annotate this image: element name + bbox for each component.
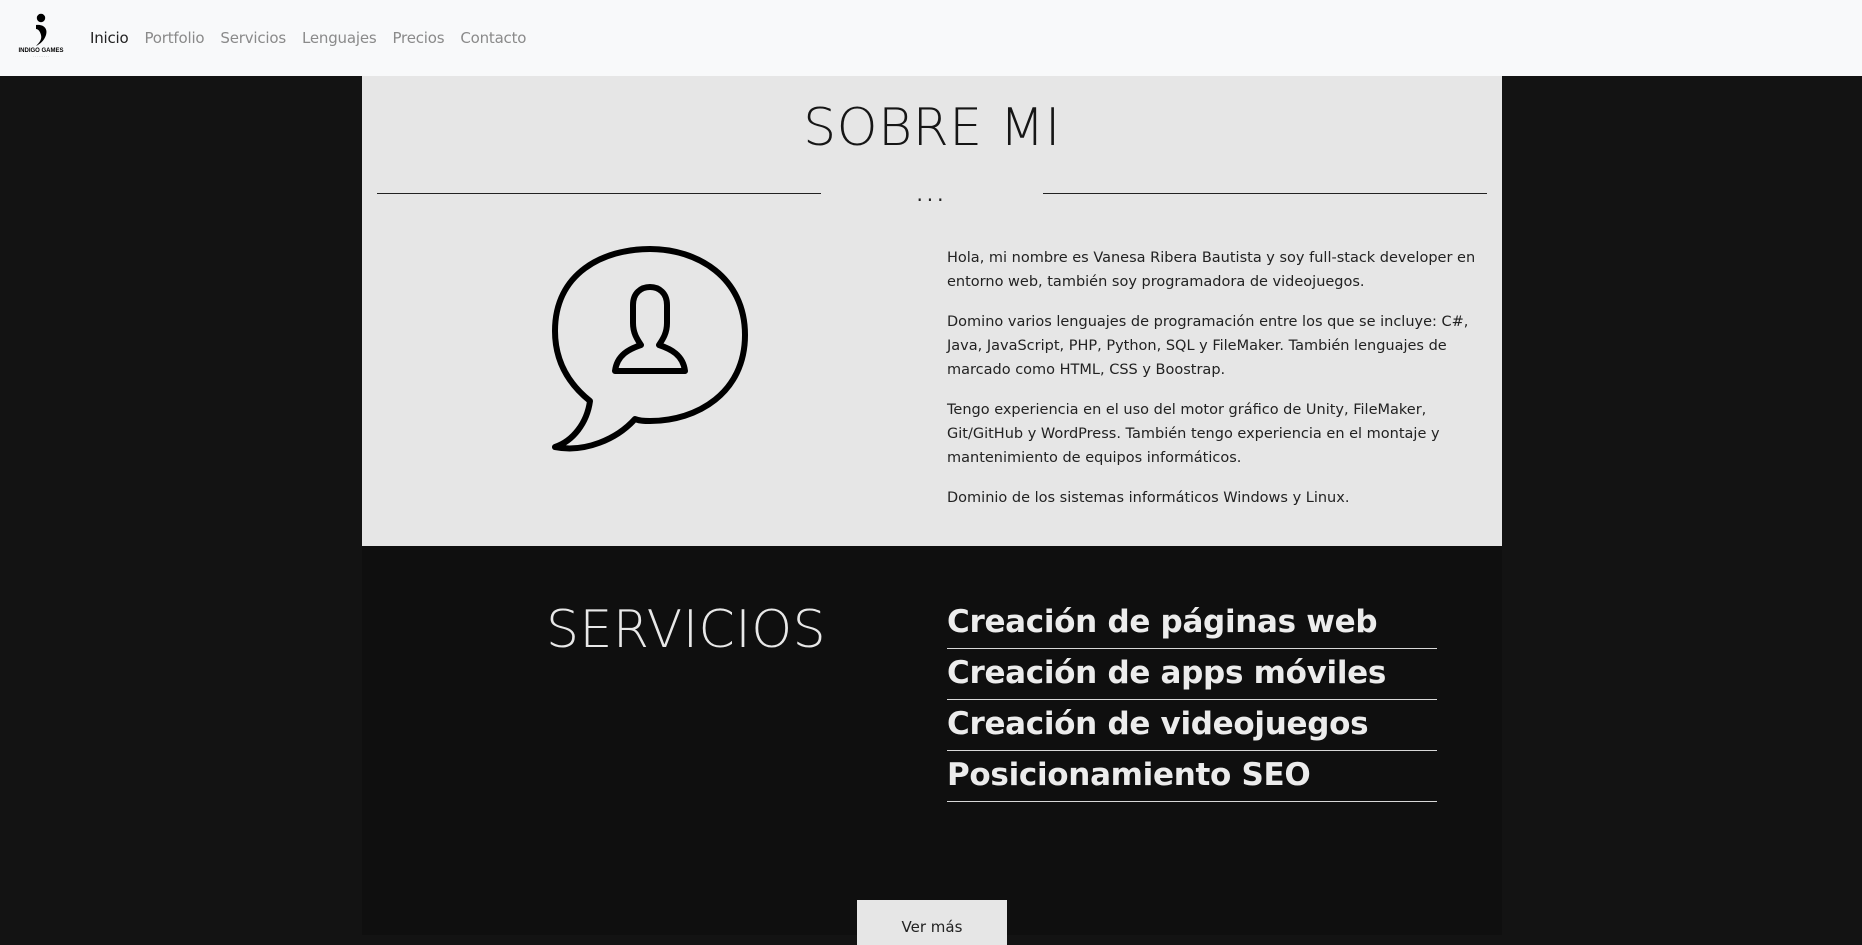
nav-link-precios[interactable]: Precios [392, 29, 444, 47]
service-item-web[interactable]: Creación de páginas web [947, 598, 1437, 649]
service-item-videojuegos[interactable]: Creación de videojuegos [947, 700, 1437, 751]
divider-left-line [377, 193, 821, 194]
service-item-seo[interactable]: Posicionamiento SEO [947, 751, 1437, 802]
about-paragraph: Tengo experiencia en el uso del motor gr… [947, 402, 1440, 466]
about-title: SOBRE MI [803, 98, 1061, 158]
service-list: Creación de páginas web Creación de apps… [947, 598, 1437, 802]
about-text: Hola, mi nombre es Vanesa Ribera Bautist… [947, 246, 1492, 526]
nav-link-servicios[interactable]: Servicios [220, 29, 286, 47]
navbar: INDIGO GAMES · · · · · · · · · Inicio Po… [0, 0, 1862, 76]
logo-figure-icon [36, 13, 47, 46]
nav-links: Inicio Portfolio Servicios Lenguajes Pre… [90, 0, 542, 76]
divider-right-line [1043, 193, 1487, 194]
nav-link-portfolio[interactable]: Portfolio [145, 29, 205, 47]
nav-link-contacto[interactable]: Contacto [460, 29, 526, 47]
ver-mas-button[interactable]: Ver más [857, 900, 1007, 945]
about-paragraph: Hola, mi nombre es Vanesa Ribera Bautist… [947, 250, 1476, 290]
about-section: SOBRE MI ... Hola, mi nombre es Vanesa R… [362, 76, 1502, 546]
about-paragraph: Dominio de los sistemas informáticos Win… [947, 490, 1350, 506]
brand-logo[interactable]: INDIGO GAMES · · · · · · · · · [19, 13, 64, 63]
nav-link-inicio[interactable]: Inicio [90, 29, 129, 47]
services-section: SERVICIOS Creación de páginas web Creaci… [362, 546, 1502, 945]
nav-link-lenguajes[interactable]: Lenguajes [302, 29, 377, 47]
service-item-apps[interactable]: Creación de apps móviles [947, 649, 1437, 700]
logo-subtext: · · · · · · · · · [33, 54, 49, 58]
divider-dots: ... [916, 182, 948, 206]
services-title: SERVICIOS [546, 600, 827, 660]
about-paragraph: Domino varios lenguajes de programación … [947, 314, 1469, 378]
user-speech-bubble-icon [552, 246, 748, 452]
